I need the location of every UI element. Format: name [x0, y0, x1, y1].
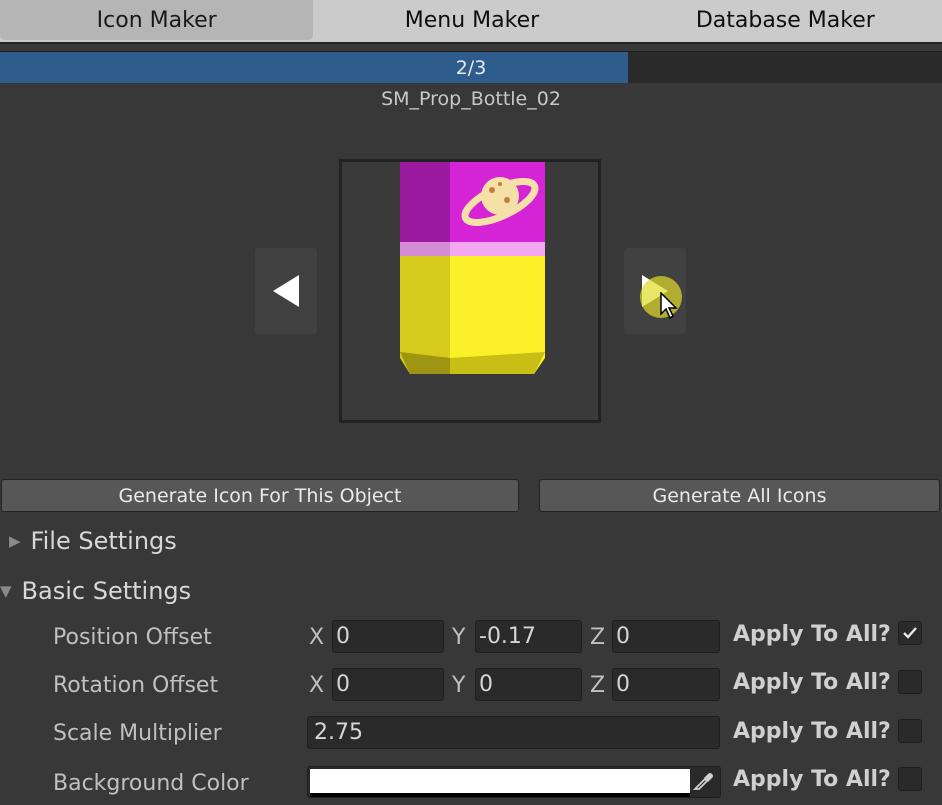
toolbar-tabs: Icon Maker Menu Maker Database Maker — [0, 0, 942, 44]
rotation-z-field[interactable]: 0 — [612, 668, 720, 701]
position-y-field[interactable]: -0.17 — [475, 620, 582, 653]
tab-database-maker[interactable]: Database Maker — [629, 0, 942, 40]
position-x-label: X — [309, 625, 325, 650]
rotation-y-label: Y — [452, 673, 466, 698]
basic-settings-label: Basic Settings — [21, 577, 192, 605]
background-color-label: Background Color — [53, 771, 249, 796]
position-x-field[interactable]: 0 — [332, 620, 444, 653]
position-offset-label: Position Offset — [53, 625, 212, 650]
rotation-x-label: X — [309, 673, 325, 698]
scale-apply-checkbox[interactable] — [898, 719, 922, 743]
rotation-apply-label: Apply To All? — [733, 670, 891, 695]
scale-multiplier-field[interactable]: 2.75 — [307, 716, 720, 749]
position-z-field[interactable]: 0 — [612, 620, 720, 653]
triangle-down-small-icon: ▼ — [0, 582, 12, 600]
asset-name: SM_Prop_Bottle_02 — [381, 88, 561, 110]
background-apply-checkbox[interactable] — [898, 767, 922, 791]
triangle-left-icon — [273, 275, 299, 307]
tab-icon-maker[interactable]: Icon Maker — [0, 0, 314, 40]
rotation-offset-label: Rotation Offset — [53, 673, 219, 698]
previous-object-button[interactable] — [255, 248, 317, 334]
bottle-preview-image — [400, 162, 545, 374]
generate-icon-button[interactable]: Generate Icon For This Object — [1, 479, 519, 512]
position-z-label: Z — [590, 625, 606, 650]
rotation-z-label: Z — [590, 673, 606, 698]
file-settings-label: File Settings — [30, 527, 177, 555]
tab-menu-maker[interactable]: Menu Maker — [315, 0, 628, 40]
position-apply-checkbox[interactable] — [898, 621, 922, 645]
rotation-x-field[interactable]: 0 — [332, 668, 444, 701]
triangle-right-small-icon: ▶ — [9, 532, 21, 550]
progress-bar: 2/3 — [0, 51, 942, 83]
color-swatch — [310, 769, 690, 793]
scale-apply-label: Apply To All? — [733, 719, 891, 744]
generate-all-icons-button[interactable]: Generate All Icons — [539, 479, 940, 512]
icon-preview — [339, 159, 601, 423]
alpha-bar — [310, 793, 690, 797]
background-apply-label: Apply To All? — [733, 767, 891, 792]
mouse-pointer-icon — [660, 292, 678, 320]
rotation-apply-checkbox[interactable] — [898, 670, 922, 694]
eyedropper-icon[interactable] — [692, 770, 714, 792]
rotation-y-field[interactable]: 0 — [475, 668, 582, 701]
basic-settings-foldout[interactable]: ▼ Basic Settings — [0, 577, 191, 605]
file-settings-foldout[interactable]: ▶ File Settings — [9, 527, 177, 555]
background-color-field[interactable] — [307, 766, 721, 798]
position-y-label: Y — [452, 625, 466, 650]
progress-text: 2/3 — [455, 56, 487, 79]
position-apply-label: Apply To All? — [733, 622, 891, 647]
scale-multiplier-label: Scale Multiplier — [53, 721, 222, 746]
checkmark-icon — [903, 627, 917, 639]
